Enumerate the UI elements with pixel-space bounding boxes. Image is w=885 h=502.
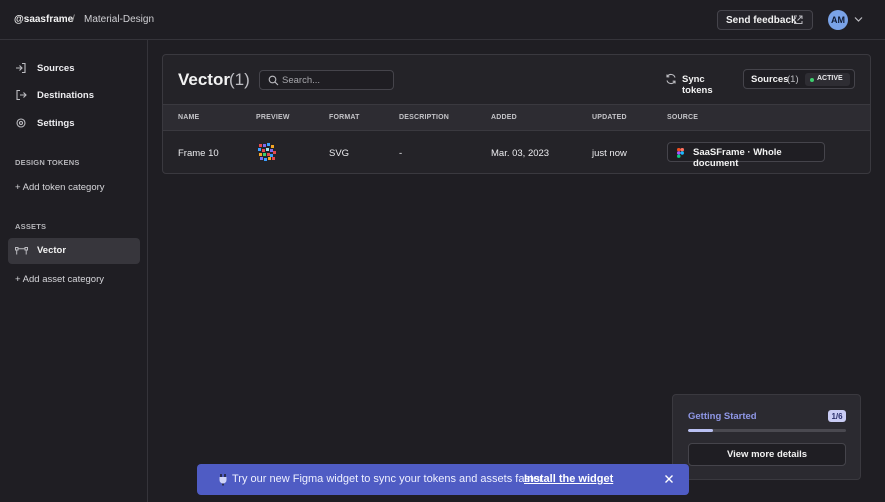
active-dot-icon — [810, 78, 814, 82]
column-header-updated[interactable]: UPDATED — [592, 114, 627, 121]
sign-in-icon — [16, 62, 26, 74]
progress-fill — [688, 429, 714, 432]
avatar[interactable]: AM — [828, 10, 848, 30]
cell-name: Frame 10 — [178, 148, 219, 159]
source-chip-label: SaaSFrame · Whole document — [693, 147, 782, 169]
table-header: NAME PREVIEW FORMAT DESCRIPTION ADDED UP… — [163, 104, 870, 131]
send-feedback-button[interactable]: Send feedback — [717, 10, 813, 30]
sidebar: Sources Destinations Settings DESIGN TOK… — [0, 40, 148, 502]
progress-track — [688, 429, 846, 432]
view-more-details-label: View more details — [726, 449, 808, 460]
search-icon — [268, 75, 279, 86]
cell-description: - — [399, 148, 403, 159]
external-link-icon — [794, 15, 803, 24]
sync-tokens-button[interactable]: Sync tokens — [665, 71, 737, 96]
column-header-format[interactable]: FORMAT — [329, 114, 360, 121]
search-input[interactable] — [282, 74, 387, 86]
widget-banner: Try our new Figma widget to sync your to… — [197, 464, 689, 495]
sources-count: (1) — [787, 74, 799, 85]
getting-started-card: Getting Started 1/6 View more details — [672, 394, 861, 480]
step-badge-label: 1/6 — [831, 411, 843, 421]
step-badge: 1/6 — [828, 410, 846, 422]
plug-icon — [219, 474, 227, 486]
sidebar-item-label: Destinations — [37, 89, 95, 101]
assets-panel: Vector (1) Sync tokens Sources (1) ACTIV… — [162, 54, 871, 174]
search-box[interactable] — [259, 70, 394, 90]
column-header-source[interactable]: SOURCE — [667, 114, 698, 121]
sidebar-item-destinations[interactable]: Destinations — [0, 84, 148, 106]
avatar-initials: AM — [831, 15, 845, 25]
column-header-preview[interactable]: PREVIEW — [256, 114, 290, 121]
install-widget-link[interactable]: Install the widget — [524, 473, 613, 485]
vector-icon — [15, 247, 28, 255]
cell-format: SVG — [329, 148, 350, 159]
sidebar-item-label: Settings — [37, 117, 75, 129]
sidebar-item-settings[interactable]: Settings — [0, 112, 148, 134]
add-token-category-link[interactable]: + Add token category — [15, 182, 105, 193]
cell-added: Mar. 03, 2023 — [491, 148, 550, 159]
column-header-added[interactable]: ADDED — [491, 114, 517, 121]
breadcrumb-separator: / — [72, 14, 75, 25]
column-header-name[interactable]: NAME — [178, 114, 199, 121]
status-badge: ACTIVE — [805, 73, 850, 86]
getting-started-title: Getting Started — [688, 411, 757, 422]
assets-heading: ASSETS — [15, 222, 47, 231]
chevron-down-icon[interactable] — [854, 15, 863, 24]
top-bar: @saasframe / Material-Design Send feedba… — [0, 0, 885, 40]
preview-thumbnail — [258, 143, 276, 161]
table-row[interactable]: Frame 10 SVG - Mar. 03, 2023 just now Sa… — [163, 132, 870, 172]
status-badge-label: ACTIVE — [817, 75, 843, 82]
breadcrumb-project[interactable]: Material-Design — [84, 14, 154, 25]
view-more-details-button[interactable]: View more details — [688, 443, 846, 466]
sync-tokens-label: Sync tokens — [682, 74, 713, 96]
gear-icon — [16, 118, 26, 128]
sync-icon — [666, 73, 676, 85]
figma-icon — [677, 148, 684, 158]
sources-label: Sources — [751, 74, 789, 85]
source-chip[interactable]: SaaSFrame · Whole document — [667, 142, 825, 169]
breadcrumb-workspace[interactable]: @saasframe — [14, 14, 73, 25]
add-asset-category-link[interactable]: + Add asset category — [15, 274, 104, 285]
close-icon[interactable] — [664, 474, 674, 484]
send-feedback-label: Send feedback — [726, 14, 797, 26]
sidebar-item-sources[interactable]: Sources — [0, 57, 148, 79]
page-title: Vector — [178, 70, 230, 89]
design-tokens-heading: DESIGN TOKENS — [15, 158, 80, 167]
sources-button[interactable]: Sources (1) ACTIVE — [743, 69, 855, 89]
column-header-description[interactable]: DESCRIPTION — [399, 114, 449, 121]
sidebar-item-label: Sources — [37, 62, 75, 74]
cell-updated: just now — [592, 148, 627, 159]
sign-out-icon — [16, 89, 27, 101]
sidebar-item-label: Vector — [37, 245, 67, 256]
sidebar-item-vector[interactable]: Vector — [8, 238, 140, 264]
asset-count: (1) — [229, 70, 250, 89]
banner-message: Try our new Figma widget to sync your to… — [232, 473, 543, 485]
